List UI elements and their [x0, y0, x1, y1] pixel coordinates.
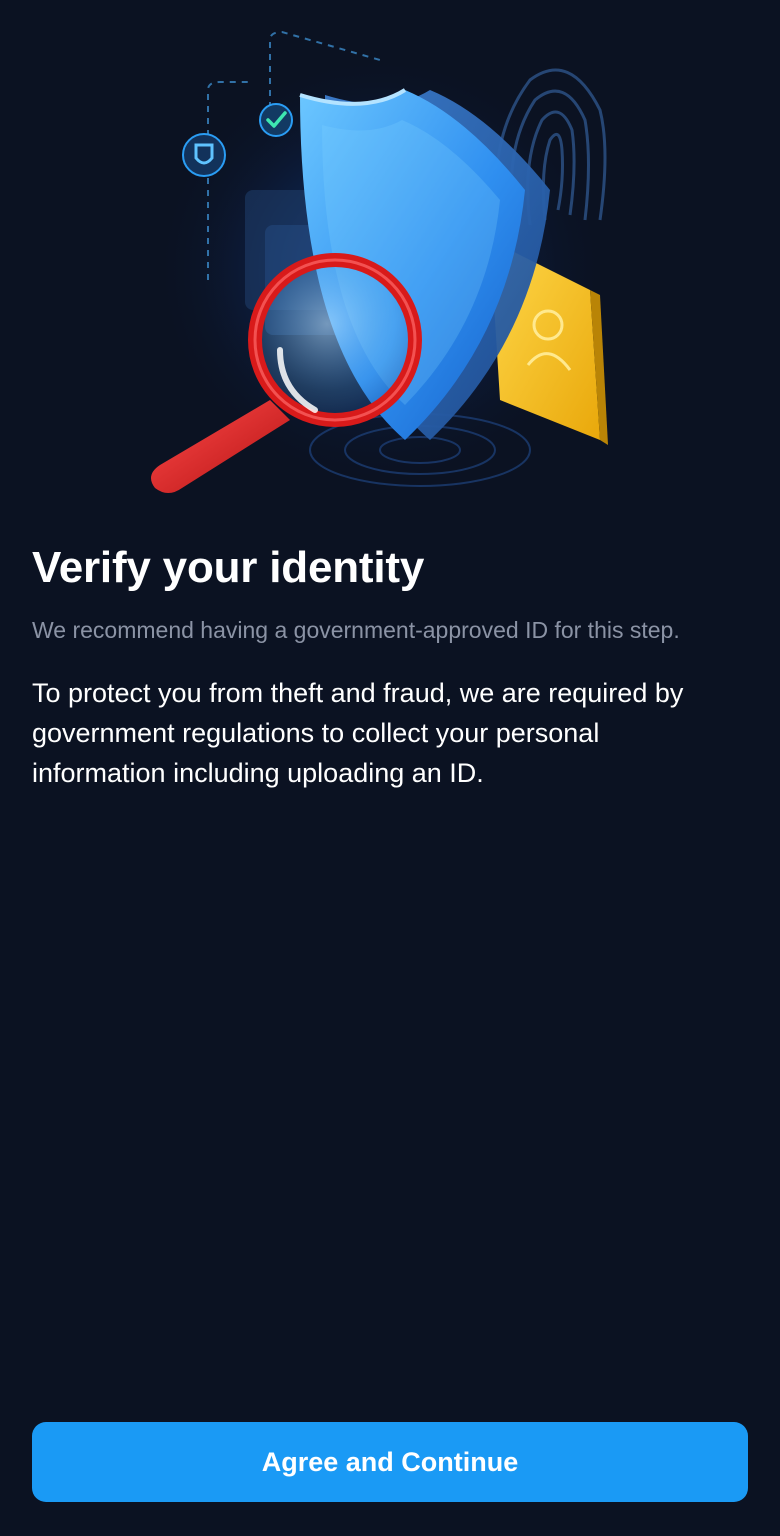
- small-shield-badge-icon: [182, 133, 226, 177]
- verify-identity-screen: Verify your identity We recommend having…: [0, 0, 780, 1536]
- identity-illustration: [130, 20, 650, 510]
- verify-content: Verify your identity We recommend having…: [32, 540, 748, 793]
- identity-illustration-svg: [150, 30, 610, 493]
- subtitle-text: We recommend having a government-approve…: [32, 617, 680, 643]
- agree-and-continue-button[interactable]: Agree and Continue: [32, 1422, 748, 1502]
- explanation-text: To protect you from theft and fraud, we …: [32, 678, 684, 788]
- checkmark-badge-icon: [259, 103, 293, 137]
- page-title: Verify your identity: [32, 543, 425, 592]
